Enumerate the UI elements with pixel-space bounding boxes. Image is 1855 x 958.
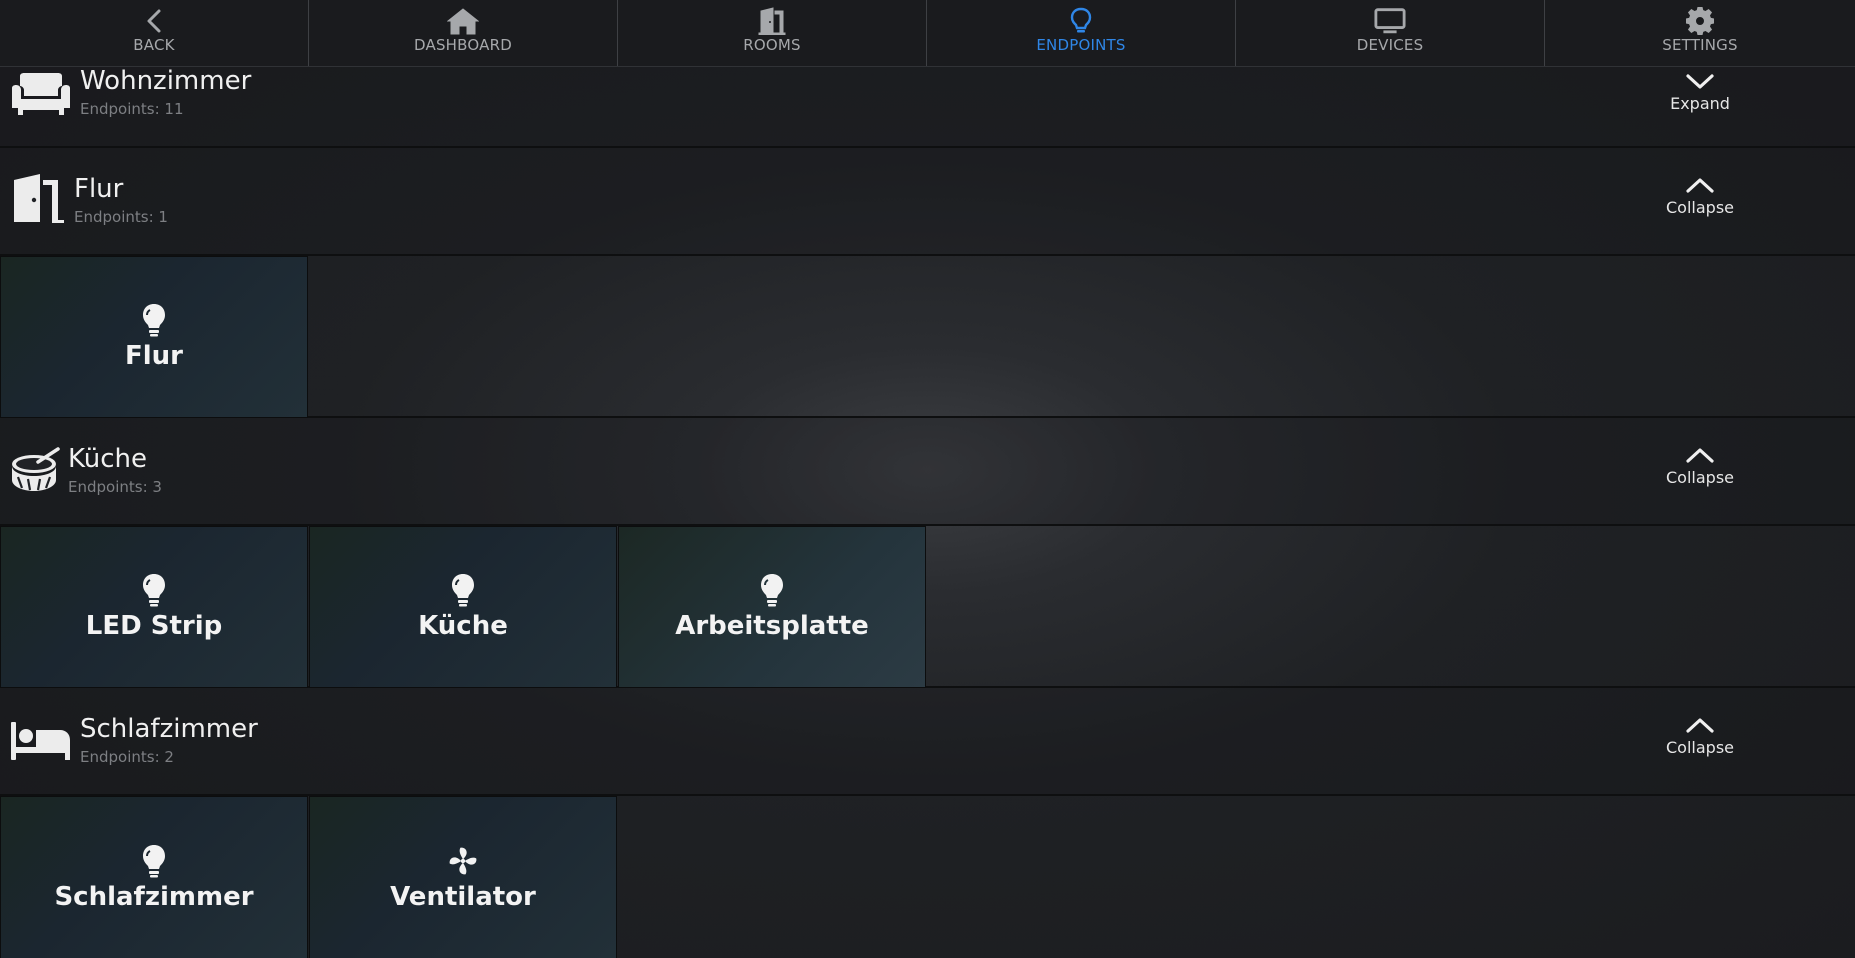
room-endpoint-count: Endpoints: 1: [74, 208, 168, 226]
room-header-flur[interactable]: Flur Endpoints: 1 Collapse: [0, 148, 1855, 256]
fan-icon: [448, 844, 478, 878]
lightbulb-icon: [139, 573, 169, 607]
sofa-icon: [10, 72, 72, 116]
chevron-left-icon: [138, 6, 170, 36]
endpoint-label: Ventilator: [390, 882, 536, 912]
nav-endpoints-label: ENDPOINTS: [1036, 36, 1126, 54]
chevron-up-icon: [1682, 714, 1718, 738]
chevron-down-icon: [1682, 70, 1718, 94]
nav-back[interactable]: BACK: [0, 0, 309, 66]
endpoint-tile[interactable]: Schlafzimmer: [0, 796, 308, 958]
home-icon: [447, 6, 479, 36]
endpoints-row-kueche: LED Strip Küche Arbeitsplatte: [0, 526, 1855, 688]
door-icon: [10, 174, 66, 224]
door-icon: [756, 6, 788, 36]
room-title: Flur: [74, 174, 124, 204]
endpoint-tile[interactable]: Küche: [309, 526, 617, 688]
lightbulb-icon: [757, 573, 787, 607]
chevron-up-icon: [1682, 174, 1718, 198]
lightbulb-icon: [139, 303, 169, 337]
gear-icon: [1684, 6, 1716, 36]
endpoints-row-schlafzimmer: Schlafzimmer Ventilator: [0, 796, 1855, 958]
endpoint-tile[interactable]: Arbeitsplatte: [618, 526, 926, 688]
endpoint-label: Küche: [418, 611, 508, 641]
nav-devices[interactable]: DEVICES: [1236, 0, 1545, 66]
lightbulb-icon: [139, 844, 169, 878]
room-header-schlafzimmer[interactable]: Schlafzimmer Endpoints: 2 Collapse: [0, 688, 1855, 796]
room-title: Wohnzimmer: [80, 66, 252, 96]
expand-button[interactable]: Expand: [1640, 70, 1760, 113]
nav-back-label: BACK: [133, 36, 175, 54]
nav-settings[interactable]: SETTINGS: [1545, 0, 1855, 66]
room-header-kueche[interactable]: Küche Endpoints: 3 Collapse: [0, 418, 1855, 526]
endpoint-label: Arbeitsplatte: [675, 611, 869, 641]
room-endpoint-count: Endpoints: 3: [68, 478, 162, 496]
lightbulb-icon: [448, 573, 478, 607]
room-title: Schlafzimmer: [80, 714, 258, 744]
nav-endpoints[interactable]: ENDPOINTS: [927, 0, 1236, 66]
endpoint-label: Schlafzimmer: [54, 882, 254, 912]
nav-settings-label: SETTINGS: [1662, 36, 1738, 54]
monitor-icon: [1374, 6, 1406, 36]
room-header-wohnzimmer[interactable]: Wohnzimmer Endpoints: 11 Expand: [0, 66, 1855, 148]
collapse-button[interactable]: Collapse: [1640, 444, 1760, 487]
room-title: Küche: [68, 444, 148, 474]
collapse-button[interactable]: Collapse: [1640, 174, 1760, 217]
expand-label: Expand: [1670, 94, 1730, 113]
endpoint-tile[interactable]: LED Strip: [0, 526, 308, 688]
room-endpoint-count: Endpoints: 2: [80, 748, 174, 766]
nav-dashboard-label: DASHBOARD: [414, 36, 512, 54]
endpoint-label: LED Strip: [85, 611, 223, 641]
collapse-button[interactable]: Collapse: [1640, 714, 1760, 757]
bed-icon: [10, 720, 72, 762]
lightbulb-icon: [1065, 6, 1097, 36]
nav-devices-label: DEVICES: [1356, 36, 1424, 54]
nav-rooms[interactable]: ROOMS: [618, 0, 927, 66]
endpoint-label: Flur: [124, 341, 183, 371]
endpoint-tile[interactable]: Ventilator: [309, 796, 617, 958]
endpoints-row-flur: Flur: [0, 256, 1855, 418]
collapse-label: Collapse: [1666, 468, 1734, 487]
collapse-label: Collapse: [1666, 738, 1734, 757]
chevron-up-icon: [1682, 444, 1718, 468]
room-endpoint-count: Endpoints: 11: [80, 100, 184, 118]
nav-rooms-label: ROOMS: [743, 36, 801, 54]
nav-dashboard[interactable]: DASHBOARD: [309, 0, 618, 66]
endpoint-tile[interactable]: Flur: [0, 256, 308, 418]
collapse-label: Collapse: [1666, 198, 1734, 217]
drum-icon: [10, 446, 60, 494]
top-navigation: BACK DASHBOARD ROOMS ENDPOINTS DEVICES S: [0, 0, 1855, 67]
